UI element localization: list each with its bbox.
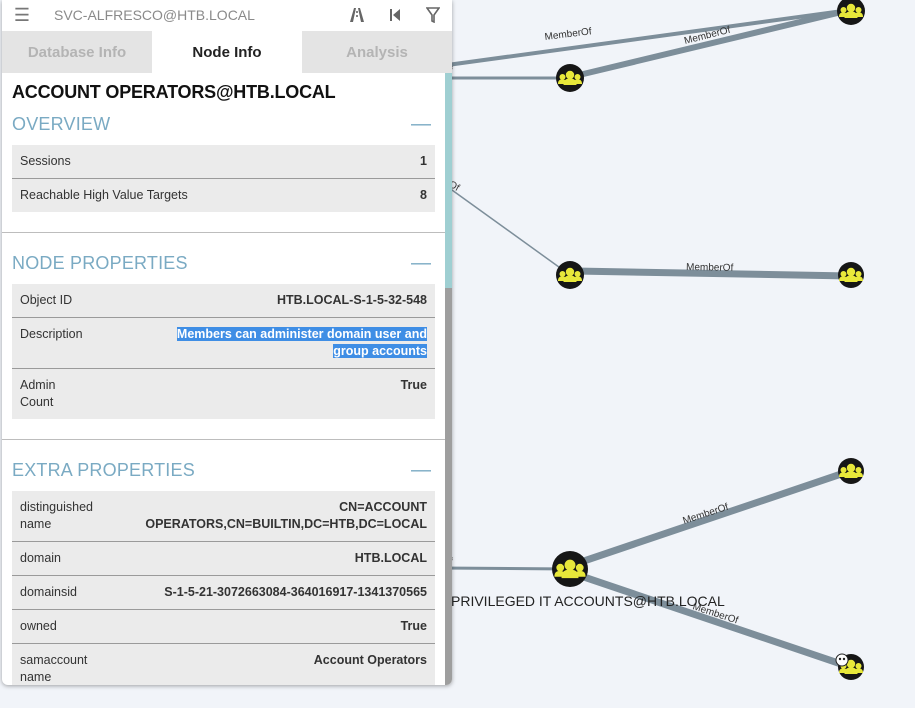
- divider: [2, 439, 445, 440]
- extra-properties-table: distinguishedname CN=ACCOUNT OPERATORS,C…: [12, 491, 435, 685]
- group-node[interactable]: [838, 458, 864, 484]
- collapse-icon[interactable]: —: [411, 113, 431, 136]
- table-row: samaccountname Account Operators: [12, 644, 435, 686]
- property-value[interactable]: HTB.LOCAL-S-1-5-32-548: [102, 284, 435, 318]
- table-row: Description Members can administer domai…: [12, 317, 435, 369]
- property-value[interactable]: True: [102, 369, 435, 420]
- edge: [571, 570, 854, 671]
- menu-icon[interactable]: ☰: [2, 5, 42, 26]
- table-row: domain HTB.LOCAL: [12, 541, 435, 576]
- property-key: Admin Count: [20, 378, 56, 409]
- property-value[interactable]: Members can administer domain user and g…: [102, 317, 435, 369]
- table-row: distinguishedname CN=ACCOUNT OPERATORS,C…: [12, 491, 435, 542]
- table-row: Sessions 1: [12, 145, 435, 179]
- scrollbar-rail: [445, 288, 452, 685]
- table-row: Object ID HTB.LOCAL-S-1-5-32-548: [12, 284, 435, 318]
- group-node-selected[interactable]: [552, 551, 588, 587]
- section-title: NODE PROPERTIES: [12, 252, 188, 273]
- collapse-icon[interactable]: —: [411, 459, 431, 482]
- section-title: EXTRA PROPERTIES: [12, 459, 195, 480]
- table-row: owned True: [12, 609, 435, 644]
- node-title: ACCOUNT OPERATORS@HTB.LOCAL: [12, 82, 336, 102]
- left-panel: ☰ SVC-ALFRESCO@HTB.LOCAL Database Info N…: [2, 0, 452, 685]
- property-key: Sessions: [12, 145, 389, 179]
- extra-properties-header[interactable]: EXTRA PROPERTIES —: [12, 458, 435, 482]
- tab-node-info[interactable]: Node Info: [152, 31, 302, 73]
- tab-analysis[interactable]: Analysis: [302, 31, 452, 73]
- property-key: domain: [12, 541, 102, 576]
- property-value[interactable]: CN=ACCOUNT OPERATORS,CN=BUILTIN,DC=HTB,D…: [102, 491, 435, 542]
- tab-database-info[interactable]: Database Info: [2, 31, 152, 73]
- graph-edges: [438, 7, 854, 671]
- search-bar: ☰ SVC-ALFRESCO@HTB.LOCAL: [2, 0, 452, 30]
- search-input[interactable]: SVC-ALFRESCO@HTB.LOCAL: [42, 7, 338, 23]
- property-value[interactable]: True: [102, 609, 435, 644]
- property-value[interactable]: 1: [388, 145, 435, 179]
- property-key: domainsid: [12, 575, 102, 610]
- property-key: Reachable High Value Targets: [20, 188, 188, 202]
- property-key: Object ID: [12, 284, 102, 318]
- selected-text[interactable]: Members can administer domain user and g…: [176, 327, 427, 358]
- node-info-content: ACCOUNT OPERATORS@HTB.LOCAL OVERVIEW — S…: [2, 73, 445, 685]
- property-value[interactable]: Account Operators: [102, 644, 435, 686]
- node-properties-table: Object ID HTB.LOCAL-S-1-5-32-548 Descrip…: [12, 284, 435, 419]
- group-node[interactable]: [838, 262, 864, 288]
- group-node[interactable]: [556, 64, 584, 92]
- edge-label: MemberOf: [544, 26, 592, 43]
- property-key: samaccountname: [20, 653, 88, 684]
- scrollbar-thumb[interactable]: [445, 73, 452, 288]
- overview-table: Sessions 1 Reachable High Value Targets …: [12, 145, 435, 212]
- pathfinding-icon[interactable]: [338, 7, 376, 23]
- section-title: OVERVIEW: [12, 113, 111, 134]
- node-label: PRIVILEGED IT ACCOUNTS@HTB.LOCAL: [451, 593, 725, 609]
- property-key: distinguishedname: [12, 491, 102, 542]
- property-value[interactable]: HTB.LOCAL: [102, 541, 435, 576]
- property-value[interactable]: S-1-5-21-3072663084-364016917-1341370565: [102, 575, 435, 610]
- property-value[interactable]: 8: [388, 179, 435, 213]
- filter-icon[interactable]: [414, 7, 452, 23]
- group-node[interactable]: [837, 0, 865, 25]
- table-row: Reachable High Value Targets 8: [12, 179, 435, 213]
- property-key: Description: [12, 317, 102, 369]
- edge: [444, 184, 571, 276]
- table-row: Admin Count True: [12, 369, 435, 420]
- divider: [2, 232, 445, 233]
- table-row: domainsid S-1-5-21-3072663084-364016917-…: [12, 575, 435, 610]
- back-icon[interactable]: [376, 8, 414, 22]
- overview-header[interactable]: OVERVIEW —: [12, 112, 435, 136]
- collapse-icon[interactable]: —: [411, 252, 431, 275]
- scrollbar[interactable]: [445, 73, 452, 685]
- tab-bar: Database Info Node Info Analysis: [2, 31, 452, 73]
- property-key: owned: [12, 609, 102, 644]
- node-properties-header[interactable]: NODE PROPERTIES —: [12, 251, 435, 275]
- group-node[interactable]: [556, 261, 584, 289]
- edge-label: MemberOf: [686, 262, 734, 274]
- edge: [438, 566, 572, 571]
- owned-marker-icon: [835, 653, 849, 667]
